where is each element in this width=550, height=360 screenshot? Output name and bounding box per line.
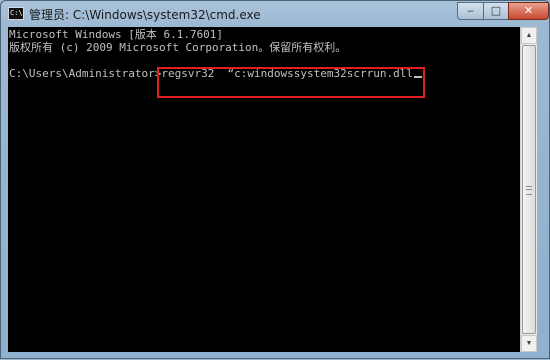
minimize-button[interactable]: ‒: [457, 2, 484, 20]
close-icon: ✕: [523, 4, 534, 17]
window-title: 管理员: C:\Windows\system32\cmd.exe: [29, 8, 261, 22]
maximize-button[interactable]: □: [483, 2, 509, 20]
console-line-copyright: 版权所有 (c) 2009 Microsoft Corporation。保留所有…: [9, 41, 347, 54]
console-line-version: Microsoft Windows [版本 6.1.7601]: [9, 28, 224, 41]
maximize-icon: □: [490, 4, 502, 17]
console-prompt-line: C:\Users\Administrator>regsvr32 “c:windo…: [9, 67, 422, 80]
grip-icon: [526, 186, 532, 195]
cmd-icon[interactable]: C:\: [8, 7, 24, 20]
console-output[interactable]: Microsoft Windows [版本 6.1.7601] 版权所有 (c)…: [8, 27, 520, 352]
console-prompt: C:\Users\Administrator>: [9, 67, 162, 80]
scroll-up-button[interactable]: ▲: [521, 27, 537, 44]
text-cursor: [414, 76, 422, 78]
scroll-up-icon: ▲: [525, 32, 533, 39]
scroll-down-icon: ▼: [525, 340, 533, 347]
close-button[interactable]: ✕: [508, 2, 549, 20]
scroll-thumb[interactable]: [522, 45, 536, 334]
window-frame-right: [537, 27, 550, 359]
console-command: regsvr32 “c:windowssystem32scrrun.dll: [161, 67, 413, 80]
minimize-icon: ‒: [467, 4, 474, 17]
vertical-scrollbar[interactable]: ▲ ▼: [520, 27, 537, 352]
scroll-down-button[interactable]: ▼: [521, 335, 537, 352]
title-bar[interactable]: C:\ 管理员: C:\Windows\system32\cmd.exe ‒ □…: [1, 1, 549, 27]
console-window: C:\ 管理员: C:\Windows\system32\cmd.exe ‒ □…: [0, 0, 550, 359]
